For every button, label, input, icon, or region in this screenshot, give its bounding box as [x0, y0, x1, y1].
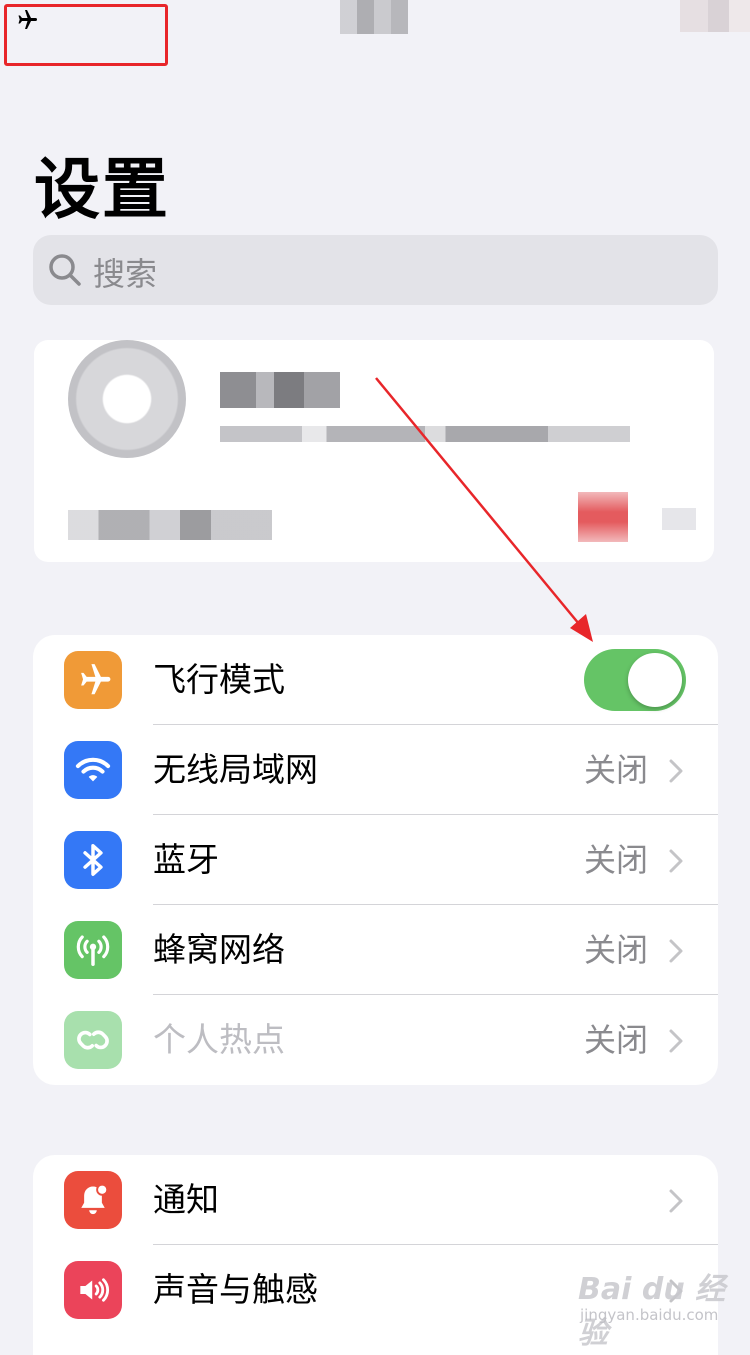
chevron-right-icon — [669, 759, 683, 783]
chevron-right-icon — [669, 849, 683, 873]
status-bar — [0, 0, 750, 80]
notification-badge — [578, 492, 628, 542]
bluetooth-icon — [64, 831, 122, 889]
hotspot-icon — [64, 1011, 122, 1069]
watermark: Bai du 经验 jingyan.baidu.com — [576, 1262, 746, 1351]
cellular-value: 关闭 — [583, 931, 648, 969]
annotation-box — [4, 4, 168, 66]
bluetooth-label: 蓝牙 — [153, 840, 219, 879]
hotspot-value: 关闭 — [583, 1021, 648, 1059]
hotspot-label: 个人热点 — [153, 1020, 285, 1059]
blurred-chevron — [662, 508, 696, 530]
airplane-mode-label: 飞行模式 — [153, 660, 285, 699]
search-icon — [49, 254, 81, 286]
chevron-right-icon — [669, 1189, 683, 1213]
blurred-status-right — [680, 0, 750, 32]
watermark-url: jingyan.baidu.com — [580, 1306, 719, 1324]
connectivity-group: 飞行模式 无线局域网 关闭 蓝牙 关闭 蜂窝网络 关闭 个人热点 关闭 — [33, 635, 718, 1085]
page-title: 设置 — [34, 151, 170, 228]
bell-icon — [64, 1171, 122, 1229]
notifications-row[interactable]: 通知 — [33, 1155, 718, 1245]
blurred-subtitle — [220, 426, 630, 442]
wifi-row[interactable]: 无线局域网 关闭 — [33, 725, 718, 815]
blurred-status-center — [340, 0, 408, 34]
search-input[interactable]: 搜索 — [93, 249, 157, 295]
toggle-knob — [628, 653, 682, 707]
wifi-label: 无线局域网 — [153, 750, 318, 789]
cellular-label: 蜂窝网络 — [153, 930, 285, 969]
avatar[interactable] — [68, 340, 186, 458]
blurred-row-text — [68, 510, 272, 540]
speaker-icon — [64, 1261, 122, 1319]
chevron-right-icon — [669, 939, 683, 963]
chevron-right-icon — [669, 1029, 683, 1053]
airplane-icon — [64, 651, 122, 709]
hotspot-row[interactable]: 个人热点 关闭 — [33, 995, 718, 1085]
airplane-mode-toggle[interactable] — [584, 649, 686, 711]
cellular-row[interactable]: 蜂窝网络 关闭 — [33, 905, 718, 995]
wifi-icon — [64, 741, 122, 799]
airplane-mode-row[interactable]: 飞行模式 — [33, 635, 718, 725]
cellular-icon — [64, 921, 122, 979]
blurred-name — [220, 372, 340, 408]
sounds-label: 声音与触感 — [153, 1270, 318, 1309]
bluetooth-value: 关闭 — [583, 841, 648, 879]
wifi-value: 关闭 — [583, 751, 648, 789]
apple-id-card[interactable] — [34, 340, 714, 562]
notifications-label: 通知 — [153, 1180, 219, 1219]
bluetooth-row[interactable]: 蓝牙 关闭 — [33, 815, 718, 905]
search-bar[interactable]: 搜索 — [33, 235, 718, 305]
